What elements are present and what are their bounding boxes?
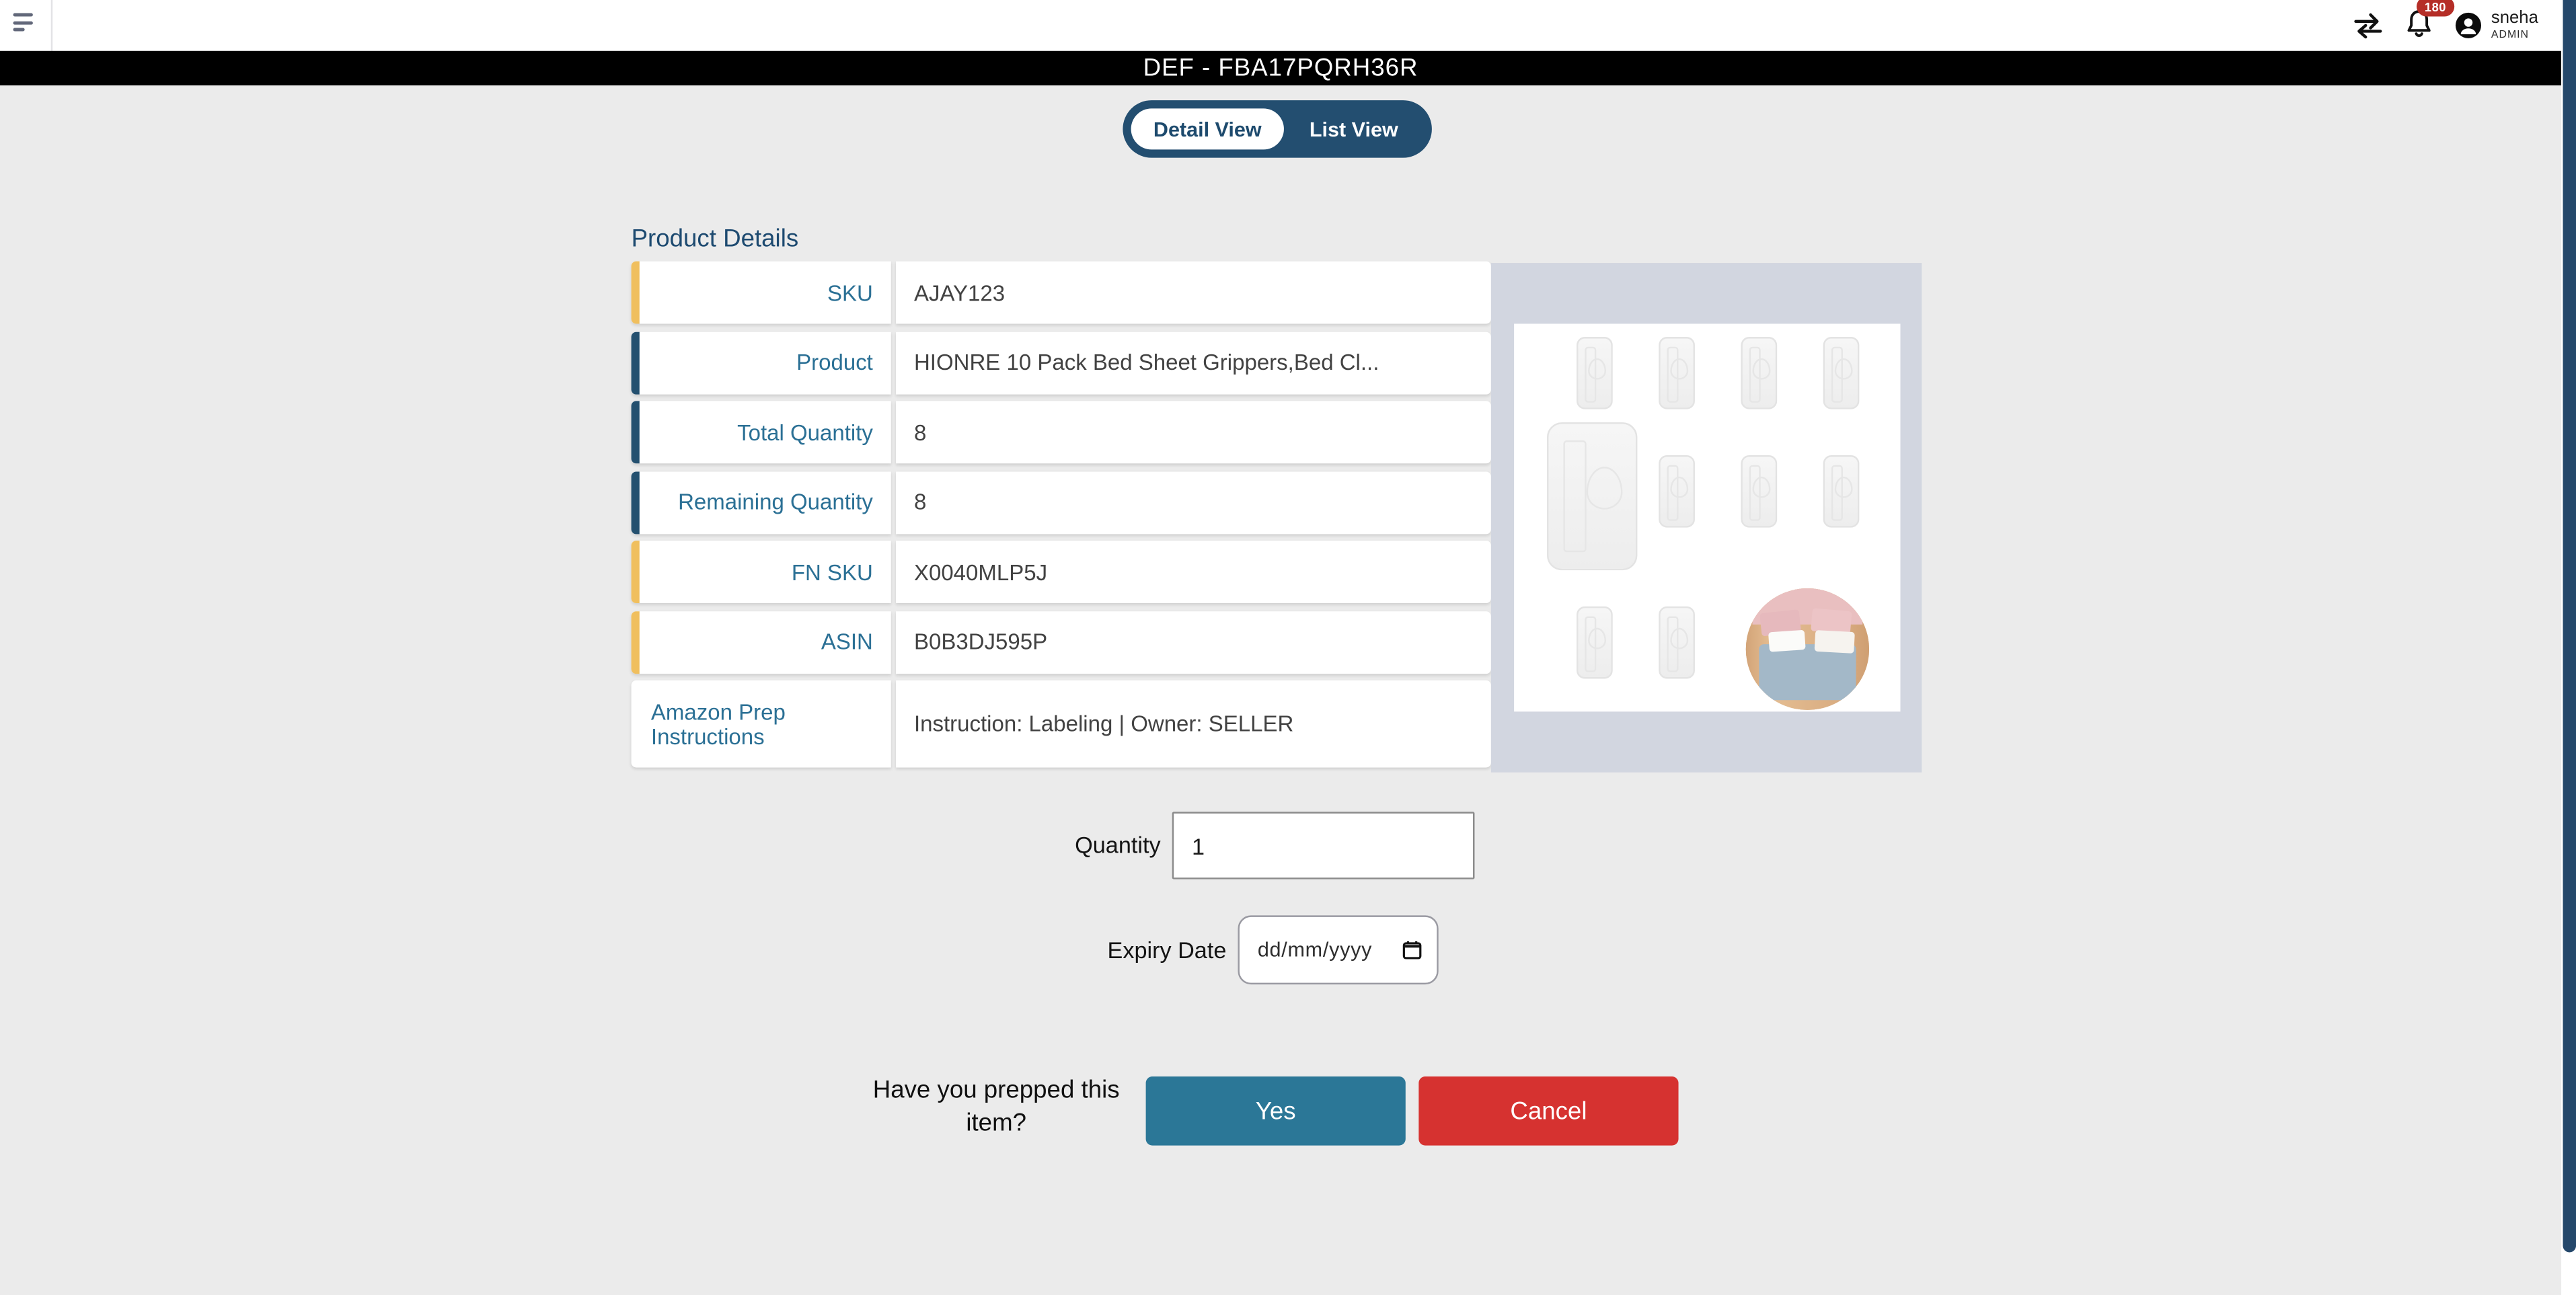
tab-detail-view[interactable]: Detail View [1131, 108, 1284, 149]
bed-photo-inset [1746, 588, 1869, 710]
scrollbar-thumb[interactable] [2562, 0, 2575, 1252]
table-row: Amazon Prep InstructionsInstruction: Lab… [632, 680, 1491, 768]
product-details-heading: Product Details [632, 225, 799, 253]
top-header: 180 sneha ADMIN [0, 0, 2561, 51]
row-label: FN SKU [632, 541, 891, 603]
row-label: Amazon Prep Instructions [632, 680, 891, 768]
row-value: B0B3DJ595P [896, 611, 1491, 673]
table-row: FN SKUX0040MLP5J [632, 541, 1491, 603]
date-placeholder: dd/mm/yyyy [1258, 939, 1402, 962]
vertical-scrollbar[interactable] [2561, 0, 2576, 1295]
header-divider [51, 0, 52, 51]
expiry-date-input[interactable]: dd/mm/yyyy [1238, 915, 1438, 984]
user-menu[interactable]: sneha ADMIN [2455, 10, 2538, 41]
app-viewport: 180 sneha ADMIN DEF - FBA17PQRH36R Detai… [0, 0, 2576, 1295]
table-row: SKUAJAY123 [632, 262, 1491, 324]
expiry-date-label: Expiry Date [980, 915, 1227, 984]
product-image [1514, 324, 1900, 712]
table-row: ProductHIONRE 10 Pack Bed Sheet Grippers… [632, 331, 1491, 394]
notifications-bell[interactable]: 180 [2406, 8, 2434, 46]
row-value: 8 [896, 401, 1491, 463]
table-row: ASINB0B3DJ595P [632, 611, 1491, 673]
quantity-label: Quantity [914, 812, 1161, 879]
table-row: Remaining Quantity8 [632, 471, 1491, 533]
quantity-input[interactable] [1172, 812, 1475, 879]
tab-list-view[interactable]: List View [1284, 118, 1424, 141]
product-image-panel [1491, 263, 1922, 773]
shipment-title: DEF - FBA17PQRH36R [1143, 54, 1418, 83]
row-label: Remaining Quantity [632, 471, 891, 533]
calendar-icon[interactable] [1402, 940, 1422, 959]
row-value: Instruction: Labeling | Owner: SELLER [896, 680, 1491, 768]
row-value: HIONRE 10 Pack Bed Sheet Grippers,Bed Cl… [896, 331, 1491, 394]
view-toggle: Detail View List View [1123, 100, 1432, 158]
yes-button[interactable]: Yes [1146, 1076, 1406, 1146]
row-value: AJAY123 [896, 262, 1491, 324]
row-label: Total Quantity [632, 401, 891, 463]
shipment-title-bar: DEF - FBA17PQRH36R [0, 51, 2561, 85]
row-label: ASIN [632, 611, 891, 673]
row-value: 8 [896, 471, 1491, 533]
user-role: ADMIN [2491, 29, 2538, 40]
row-label: Product [632, 331, 891, 394]
user-name: sneha [2491, 10, 2538, 29]
notification-count-badge: 180 [2417, 0, 2454, 16]
table-row: Total Quantity8 [632, 401, 1491, 463]
prep-prompt: Have you prepped this item? [855, 1075, 1137, 1140]
avatar-icon [2455, 11, 2483, 40]
row-value: X0040MLP5J [896, 541, 1491, 603]
hamburger-menu-icon[interactable] [13, 13, 36, 33]
transfer-arrows-icon[interactable] [2353, 12, 2384, 38]
row-label: SKU [632, 262, 891, 324]
product-details-table: SKUAJAY123ProductHIONRE 10 Pack Bed Shee… [632, 262, 1491, 768]
cancel-button[interactable]: Cancel [1418, 1076, 1678, 1146]
